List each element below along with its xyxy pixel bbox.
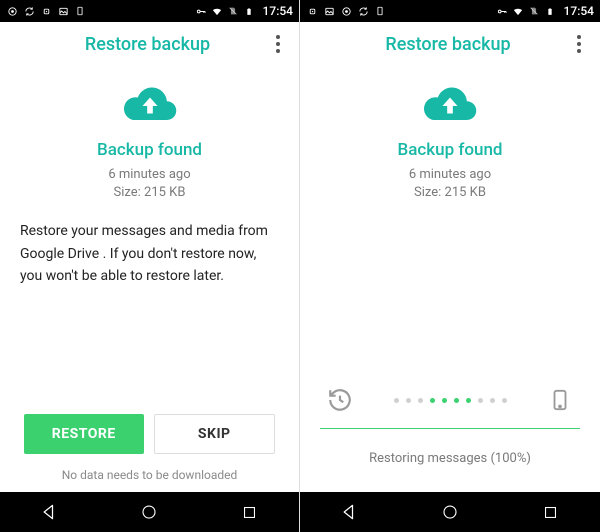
page-title: Restore backup: [0, 34, 265, 55]
transfer-animation: [320, 386, 580, 414]
backup-size: Size: 215 KB: [409, 184, 491, 202]
backup-found-heading: Backup found: [397, 140, 502, 160]
android-nav-bar: [300, 492, 600, 532]
progress-bar: [320, 428, 580, 429]
nav-home-button[interactable]: [138, 501, 160, 523]
restore-description: Restore your messages and media from Goo…: [20, 220, 279, 287]
page-title: Restore backup: [300, 34, 566, 55]
vpn-key-icon: [496, 5, 508, 17]
phone-icon: [546, 386, 574, 414]
skip-button[interactable]: SKIP: [154, 414, 276, 454]
restore-history-icon: [326, 386, 354, 414]
location-icon: [340, 5, 352, 17]
status-bar: 17:54: [0, 0, 299, 22]
broadcast-icon: [306, 5, 318, 17]
progress-label: Restoring messages (100%): [369, 451, 531, 466]
backup-meta: 6 minutes ago Size: 215 KB: [409, 166, 491, 202]
button-row: RESTORE SKIP: [20, 414, 279, 454]
backup-age: 6 minutes ago: [108, 166, 190, 184]
progress-zone: Restoring messages (100%): [320, 386, 580, 492]
nav-recents-button[interactable]: [238, 501, 260, 523]
status-bar: 17:54: [300, 0, 600, 22]
nav-recents-button[interactable]: [539, 501, 561, 523]
image-icon: [323, 5, 335, 17]
nav-home-button[interactable]: [439, 501, 461, 523]
backup-size: Size: 215 KB: [108, 184, 190, 202]
backup-age: 6 minutes ago: [409, 166, 491, 184]
image-icon: [57, 5, 69, 17]
backup-meta: 6 minutes ago Size: 215 KB: [108, 166, 190, 202]
restore-button[interactable]: RESTORE: [24, 414, 144, 454]
clock: 17:54: [263, 4, 293, 18]
wifi-icon: [211, 5, 223, 17]
phone-right: 17:54 Restore backup Backup found 6 minu…: [300, 0, 600, 532]
content-area: Backup found 6 minutes ago Size: 215 KB …: [0, 66, 299, 492]
cloud-upload-icon: [120, 84, 180, 126]
download-footnote: No data needs to be downloaded: [62, 468, 238, 482]
sync-icon: [357, 5, 369, 17]
vpn-key-icon: [195, 5, 207, 17]
location-icon: [6, 5, 18, 17]
sync-icon: [23, 5, 35, 17]
no-sim-icon: [227, 5, 239, 17]
transfer-dots: [394, 398, 507, 403]
more-vert-icon: [577, 35, 581, 53]
device-icon: [374, 5, 386, 17]
nav-back-button[interactable]: [39, 501, 61, 523]
android-nav-bar: [0, 492, 299, 532]
nav-back-button[interactable]: [339, 501, 361, 523]
battery-icon: [243, 5, 255, 17]
no-sim-icon: [528, 5, 540, 17]
app-bar: Restore backup: [0, 22, 299, 66]
wifi-icon: [512, 5, 524, 17]
broadcast-icon: [40, 5, 52, 17]
cloud-upload-icon: [420, 84, 480, 126]
more-vert-icon: [276, 35, 280, 53]
app-bar: Restore backup: [300, 22, 600, 66]
battery-icon: [544, 5, 556, 17]
phone-left: 17:54 Restore backup Backup found 6 minu…: [0, 0, 300, 532]
overflow-menu-button[interactable]: [566, 31, 592, 57]
backup-found-heading: Backup found: [97, 140, 202, 160]
clock: 17:54: [564, 4, 594, 18]
device-icon: [74, 5, 86, 17]
content-area: Backup found 6 minutes ago Size: 215 KB: [300, 66, 600, 492]
overflow-menu-button[interactable]: [265, 31, 291, 57]
